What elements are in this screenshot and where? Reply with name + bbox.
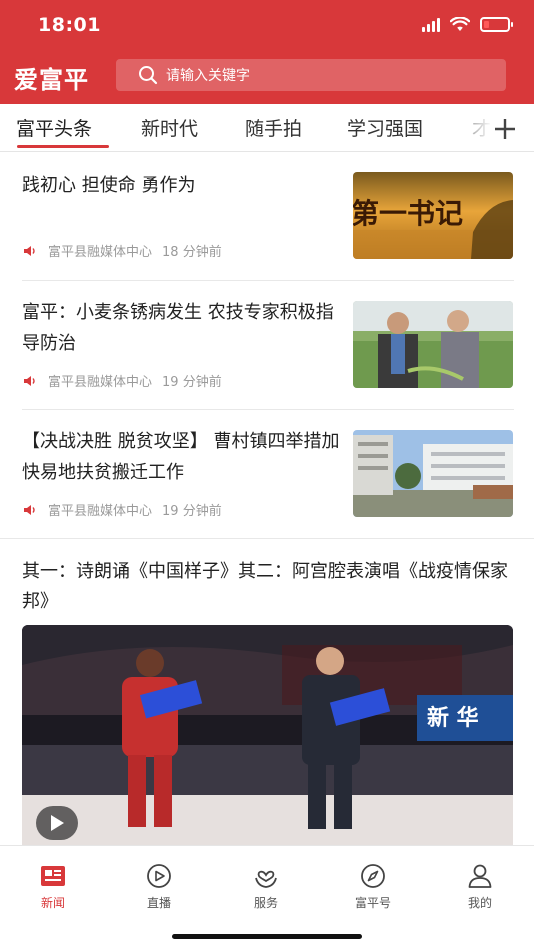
tab-fuping-headlines[interactable]: 富平头条 bbox=[16, 114, 92, 141]
profile-icon bbox=[468, 864, 492, 888]
nav-label: 富平号 bbox=[354, 896, 391, 910]
category-tabs: 富平头条 新时代 随手拍 学习强国 才 bbox=[0, 104, 534, 152]
nav-label: 新闻 bbox=[40, 896, 65, 910]
video-watermark: 新 华 bbox=[427, 705, 479, 731]
nav-fuping-account[interactable]: 富平号 bbox=[338, 862, 408, 911]
news-title: 【决战决胜 脱贫攻坚】 曹村镇四举措加快易地扶贫搬迁工作 bbox=[22, 431, 340, 483]
news-item-2[interactable]: 富平：小麦条锈病发生 农技专家积极指导防治 富平县融媒体中心 19 分钟前 bbox=[0, 281, 534, 409]
thumb-caption: 第一书记 bbox=[353, 197, 463, 230]
add-channel-button[interactable] bbox=[488, 112, 522, 146]
search-icon bbox=[139, 66, 158, 85]
news-source: 富平县融媒体中心 bbox=[48, 245, 153, 260]
play-icon bbox=[51, 815, 64, 831]
news-meta: 富平县融媒体中心 18 分钟前 bbox=[22, 241, 222, 260]
news-time: 18 分钟前 bbox=[162, 245, 222, 260]
app-logo: 爱富平 bbox=[14, 65, 89, 94]
feature-video[interactable]: 新 华 bbox=[22, 625, 513, 845]
battery-icon bbox=[480, 17, 513, 32]
nav-service[interactable]: 服务 bbox=[231, 862, 301, 911]
news-meta: 富平县融媒体中心 19 分钟前 bbox=[22, 371, 222, 390]
news-time: 19 分钟前 bbox=[162, 375, 222, 390]
tab-new-era[interactable]: 新时代 bbox=[141, 114, 198, 141]
nav-live[interactable]: 直播 bbox=[124, 862, 194, 911]
nav-me[interactable]: 我的 bbox=[445, 862, 515, 911]
plus-icon bbox=[495, 119, 515, 139]
status-icons bbox=[422, 17, 513, 32]
news-item-3[interactable]: 【决战决胜 脱贫攻坚】 曹村镇四举措加快易地扶贫搬迁工作 富平县融媒体中心 19… bbox=[0, 410, 534, 538]
divider bbox=[0, 538, 534, 539]
status-bar: 18:01 bbox=[0, 0, 534, 52]
search-input[interactable]: 请输入关键字 bbox=[116, 59, 506, 91]
speaker-icon bbox=[24, 504, 35, 515]
nav-news[interactable]: 新闻 bbox=[18, 862, 88, 911]
news-icon bbox=[41, 866, 65, 886]
app-bar: 爱富平 请输入关键字 bbox=[0, 52, 534, 104]
tab-study-strong-nation[interactable]: 学习强国 bbox=[347, 114, 423, 141]
speaker-icon bbox=[24, 375, 35, 386]
nav-label: 直播 bbox=[146, 896, 171, 910]
news-meta: 富平县融媒体中心 19 分钟前 bbox=[22, 500, 222, 519]
search-placeholder: 请输入关键字 bbox=[166, 68, 250, 84]
feature-title[interactable]: 其一：诗朗诵《中国样子》其二：阿宫腔表演唱《战疫情保家邦》 bbox=[22, 557, 516, 617]
nav-label: 服务 bbox=[253, 896, 278, 910]
wifi-icon bbox=[450, 17, 470, 31]
news-thumbnail bbox=[353, 430, 513, 517]
home-indicator bbox=[172, 934, 362, 939]
news-thumbnail: 第一书记 bbox=[353, 172, 513, 259]
video-play-button[interactable] bbox=[36, 806, 78, 840]
active-tab-indicator bbox=[17, 145, 109, 148]
app-header: 18:01 爱富平 请输入关键字 bbox=[0, 0, 534, 104]
news-title: 富平：小麦条锈病发生 农技专家积极指导防治 bbox=[22, 302, 334, 354]
cellular-signal-icon bbox=[422, 17, 440, 32]
live-play-icon bbox=[147, 864, 171, 888]
news-item-1[interactable]: 践初心 担使命 勇作为 富平县融媒体中心 18 分钟前 第一书记 bbox=[0, 152, 534, 280]
service-heart-icon bbox=[255, 870, 277, 888]
speaker-icon bbox=[24, 245, 35, 256]
news-time: 19 分钟前 bbox=[162, 504, 222, 519]
compass-icon bbox=[361, 864, 385, 888]
news-thumbnail bbox=[353, 301, 513, 388]
nav-label: 我的 bbox=[467, 896, 492, 910]
news-title: 践初心 担使命 勇作为 bbox=[22, 175, 196, 196]
news-source: 富平县融媒体中心 bbox=[48, 504, 153, 519]
status-time: 18:01 bbox=[38, 14, 101, 36]
tab-snapshot[interactable]: 随手拍 bbox=[245, 114, 302, 141]
news-source: 富平县融媒体中心 bbox=[48, 375, 153, 390]
